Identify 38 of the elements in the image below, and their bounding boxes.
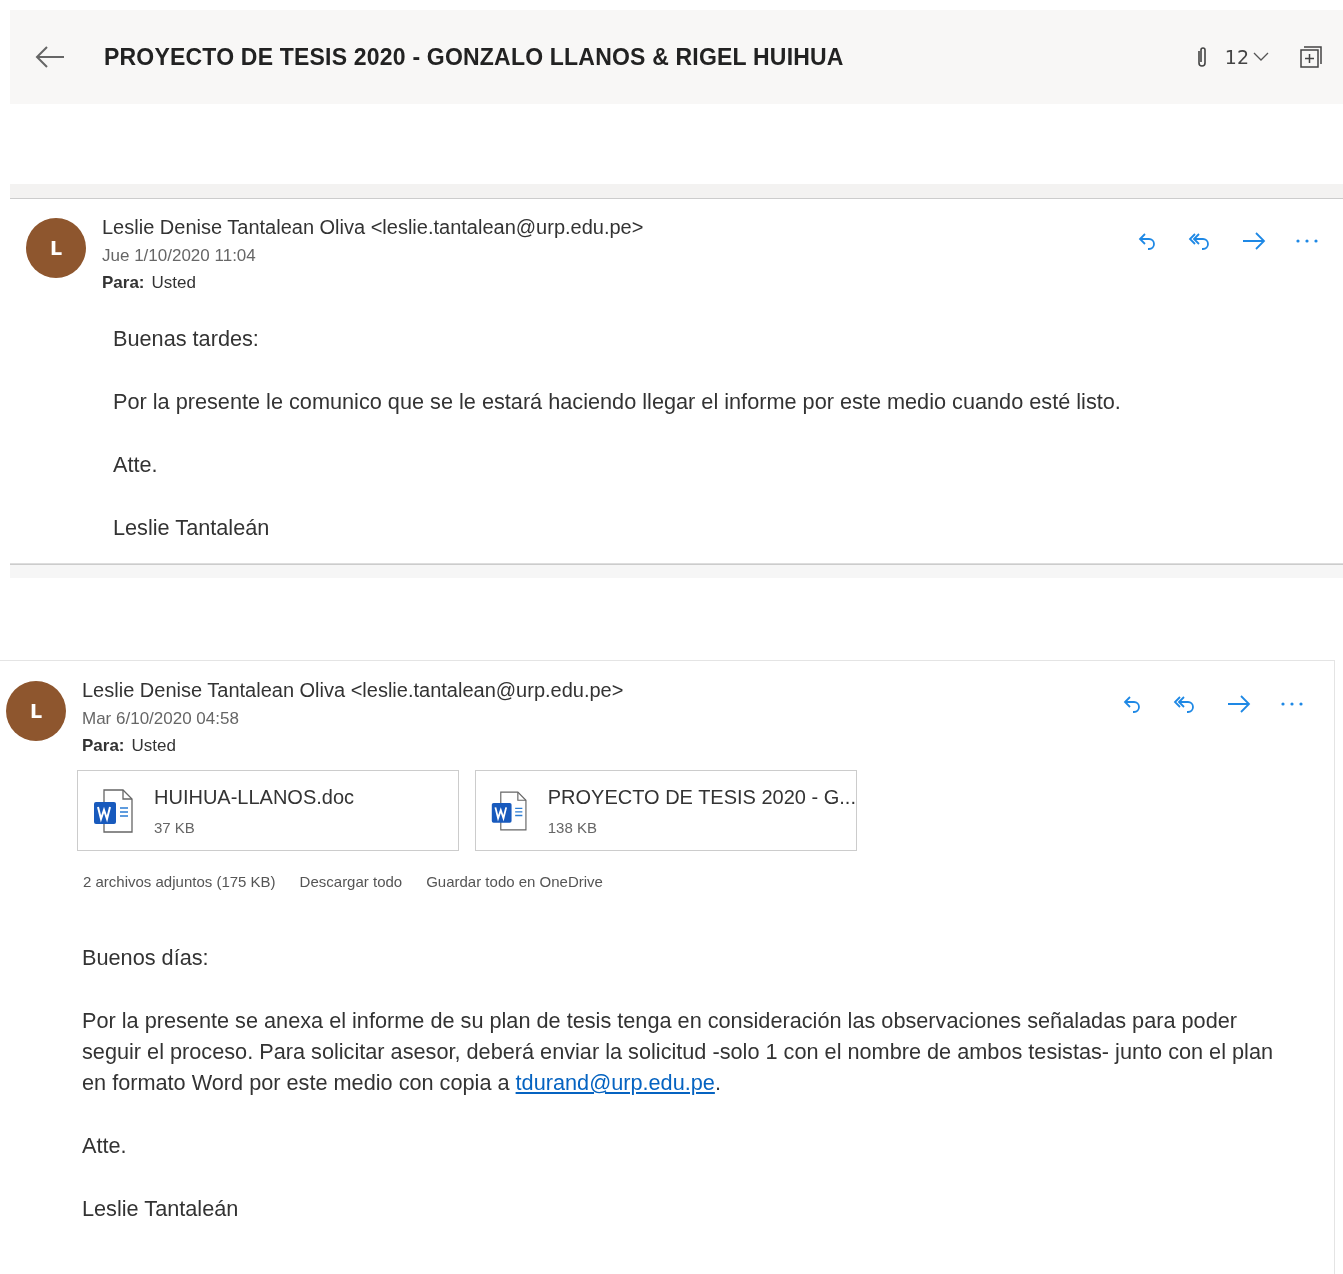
forward-icon[interactable]: [1241, 230, 1267, 252]
body-paragraph: Atte.: [82, 1132, 128, 1160]
body-paragraph: Atte.: [113, 451, 159, 479]
body-paragraph: Buenas tardes:: [113, 325, 260, 353]
message-date: Jue 1/10/2020 11:04: [102, 246, 257, 266]
sender-name: Leslie Denise Tantalean Oliva <leslie.tantalean@urp.edu.pe>: [82, 679, 624, 702]
sender-avatar: L: [6, 681, 66, 741]
body-paragraph: Por la presente le comunico que se le estará haciendo llegar el informe por este medio cuando esté listo.: [113, 388, 1122, 416]
body-paragraph: Por la presente se anexa el informe de su plan de tesis tenga en consideración las observaciones señaladas para poder seguir el proceso. Para solicitar asesor, deberá enviar la solicitud -solo 1 con el nombre de ambos tesistas- junto con el plan en formato Word por este medio con copia a tdurand@urp.edu.pe.: [82, 1007, 1275, 1097]
expand-icon[interactable]: [1299, 45, 1323, 69]
word-document-icon: [92, 786, 134, 835]
email-link[interactable]: tdurand@urp.edu.pe: [515, 1070, 715, 1095]
more-icon[interactable]: [1280, 701, 1304, 707]
attachment-size: 37 KB: [154, 818, 196, 836]
attachment-card[interactable]: HUIHUA-LLANOS.doc 37 KB: [77, 770, 459, 851]
recipient-name: Usted: [131, 736, 176, 756]
sender-avatar: L: [26, 218, 86, 278]
body-paragraph: Leslie Tantaleán: [113, 514, 271, 542]
recipient-name: Usted: [151, 273, 196, 293]
attachment-name: HUIHUA-LLANOS.doc: [154, 785, 355, 809]
save-to-onedrive-link[interactable]: Guardar todo en OneDrive: [426, 873, 603, 890]
sender-name: Leslie Denise Tantalean Oliva <leslie.tantalean@urp.edu.pe>: [102, 216, 644, 239]
attachment-size: 138 KB: [547, 818, 598, 836]
body-paragraph: Leslie Tantaleán: [82, 1195, 240, 1223]
chevron-down-icon: [1253, 52, 1269, 62]
download-all-link[interactable]: Descargar todo: [299, 873, 403, 890]
attachment-name: PROYECTO DE TESIS 2020 - G...: [547, 785, 856, 809]
attachment-count-button[interactable]: 12: [1218, 45, 1275, 69]
back-arrow-icon[interactable]: [34, 45, 66, 69]
more-icon[interactable]: [1295, 238, 1319, 244]
attachment-card[interactable]: PROYECTO DE TESIS 2020 - G... 138 KB: [475, 770, 857, 851]
message-date: Mar 6/10/2020 04:58: [82, 709, 240, 729]
recipient-label: Para:: [82, 736, 125, 756]
forward-icon[interactable]: [1226, 693, 1252, 715]
attachment-summary: 2 archivos adjuntos (175 KB): [83, 873, 276, 890]
body-paragraph: Buenos días:: [82, 944, 210, 972]
recipient-label: Para:: [102, 273, 145, 293]
conversation-title: PROYECTO DE TESIS 2020 - GONZALO LLANOS & RIGEL HUIHUA: [104, 43, 844, 71]
